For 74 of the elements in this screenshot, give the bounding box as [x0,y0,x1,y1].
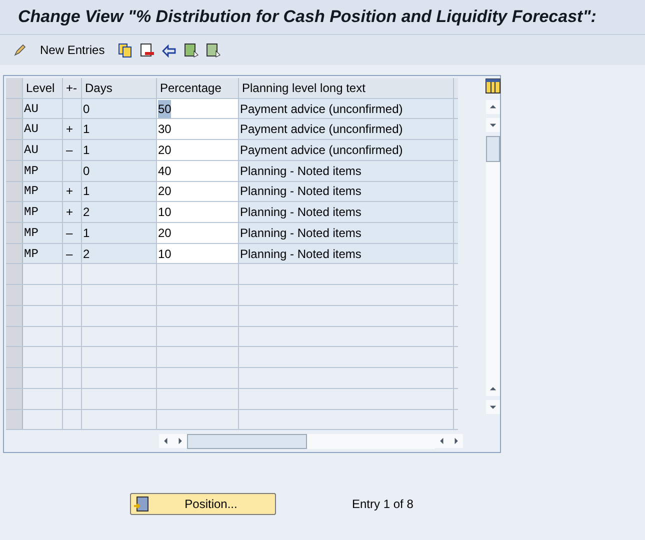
table-cell: Planning - Noted items [239,223,454,243]
row-selector[interactable] [6,182,23,202]
column-header: Level [23,78,63,98]
table-cell: + [63,119,82,140]
horizontal-scrollbar[interactable] [187,434,435,449]
table-cell: MP [23,182,63,202]
copy-icon[interactable] [116,42,133,58]
table-cell: MP [23,223,63,243]
column-header: Days [82,78,157,98]
row-selector[interactable] [6,264,23,284]
position-icon [133,496,149,512]
column-header: Percentage [157,78,239,98]
undo-icon[interactable] [160,42,177,58]
table-cell: Planning - Noted items [239,202,454,222]
table-cell: AU [23,140,63,160]
vertical-scrollbar[interactable] [486,136,500,382]
scroll-up-button[interactable] [486,382,500,396]
row-selector[interactable] [6,119,23,140]
column-header: +- [63,78,82,98]
scroll-down-button[interactable] [486,118,500,132]
scroll-left-button[interactable] [159,434,173,448]
table-cell: Payment advice (unconfirmed) [239,98,454,118]
table-cell: Planning - Noted items [239,160,454,181]
percentage-field[interactable]: 30 [157,119,239,140]
table-cell: – [63,140,82,160]
entry-count: Entry 1 of 8 [352,496,414,513]
new-entries-button[interactable]: New Entries [34,41,111,59]
select-all-icon[interactable] [182,42,199,58]
table-cell: – [63,244,82,264]
row-selector[interactable] [6,285,23,305]
percentage-field[interactable]: 40 [157,160,239,181]
table-cell: Payment advice (unconfirmed) [239,140,454,160]
column-settings-icon[interactable] [484,78,500,94]
percentage-field[interactable]: 10 [157,202,239,222]
row-selector[interactable] [6,326,23,346]
scroll-right-button[interactable] [449,434,463,448]
percentage-field[interactable]: 50 [157,98,239,118]
row-selector[interactable] [6,160,23,181]
window-title: Change View "% Distribution for Cash Position and Liquidity Forecast": [18,6,596,28]
table-cell: Planning - Noted items [239,182,454,202]
percentage-field[interactable]: 20 [157,140,239,160]
row-selector[interactable] [6,98,23,118]
scroll-right-button[interactable] [173,434,187,448]
percentage-field[interactable]: 20 [157,223,239,243]
table-cell: MP [23,202,63,222]
percentage-field[interactable]: 10 [157,244,239,264]
table-cell: MP [23,244,63,264]
row-selector[interactable] [6,368,23,388]
scroll-up-button[interactable] [486,100,500,114]
row-selector[interactable] [6,306,23,326]
table-cell: MP [23,160,63,181]
deselect-icon[interactable] [204,42,221,58]
scroll-thumb[interactable] [187,434,307,449]
column-header: Planning level long text [239,78,454,98]
row-selector[interactable] [6,244,23,264]
delete-icon[interactable] [138,42,155,58]
table-cell: Payment advice (unconfirmed) [239,119,454,140]
scroll-thumb[interactable] [486,136,500,162]
table-cell: + [63,182,82,202]
position-button[interactable]: Position... [130,493,276,515]
row-selector[interactable] [6,347,23,368]
percentage-field[interactable]: 20 [157,182,239,202]
scroll-down-button[interactable] [486,400,500,414]
row-selector[interactable] [6,388,23,408]
table-cell: AU [23,98,63,118]
row-selector[interactable] [6,140,23,160]
table-cell: AU [23,119,63,140]
row-selector[interactable] [6,410,23,430]
row-selector[interactable] [6,223,23,243]
row-selector[interactable] [6,202,23,222]
table-cell: Planning - Noted items [239,244,454,264]
table-cell: + [63,202,82,222]
pencil-icon[interactable] [12,42,28,58]
table-cell: – [63,223,82,243]
